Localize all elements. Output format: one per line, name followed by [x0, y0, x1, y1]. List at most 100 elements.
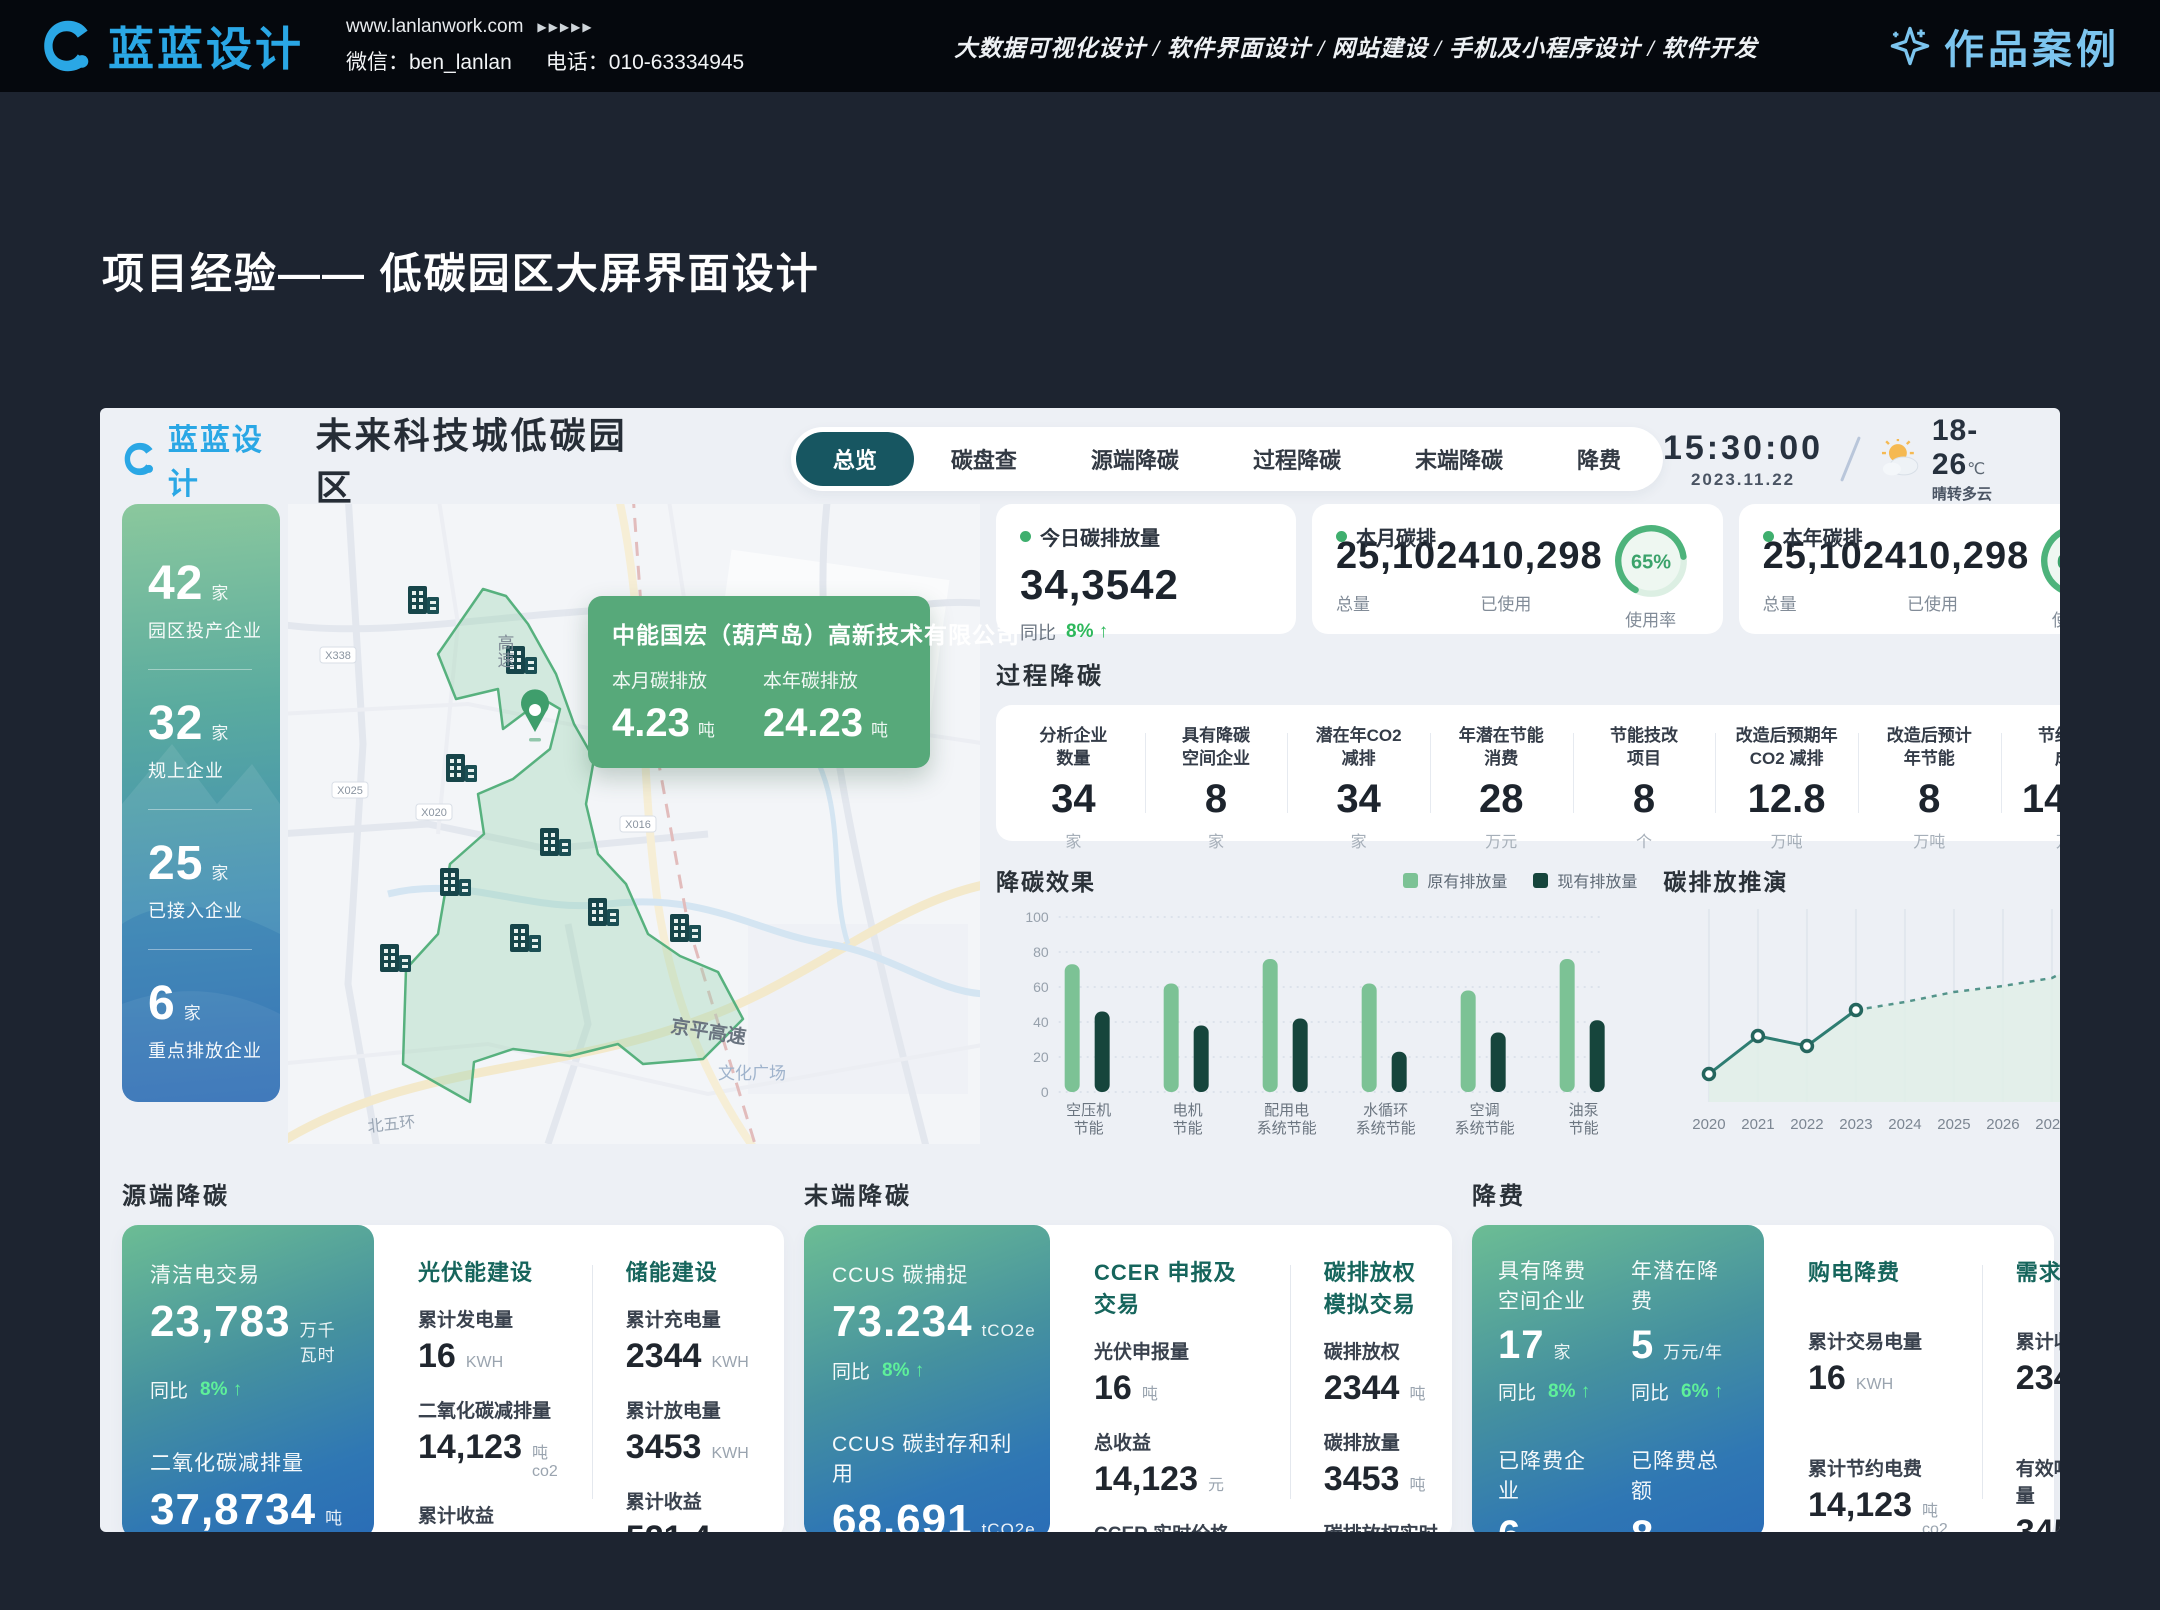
legend-item: 现有排放量: [1533, 868, 1637, 892]
clock-weather: 15:30:00 2023.11.22 18-26℃ 晴转多云: [1663, 414, 2038, 504]
stat-value: 6家: [148, 976, 260, 1031]
section-title-process: 过程降碳: [996, 656, 2060, 691]
gradient-stat-unit: 万千瓦时: [300, 1316, 346, 1366]
detail-item: CCER 实时价格68.21元/ICO2e: [1094, 1519, 1256, 1532]
detail-item: 碳排放权2344吨: [1324, 1337, 1439, 1408]
label-line1: 节能技改: [1573, 725, 1716, 748]
compare-value: 6% ↑: [1681, 1381, 1723, 1403]
clock-date: 2023.11.22: [1663, 470, 1823, 490]
tab-末端降碳[interactable]: 末端降碳: [1378, 432, 1540, 486]
gradient-stat: 年潜在降费5万元/年同比6% ↑: [1631, 1255, 1738, 1405]
process-stat-value: 12.8: [1715, 777, 1858, 822]
bar-原有排放量-配用电: [1263, 959, 1278, 1092]
process-stat-label: 年潜在节能消费: [1430, 725, 1573, 771]
gradient-stat-card: 具有降费空间企业17家同比8% ↑年潜在降费5万元/年同比6% ↑已降费企业6家…: [1472, 1225, 1764, 1532]
site-header: 蓝蓝设计 www.lanlanwork.com ▶▶▶▶▶ 微信：ben_lan…: [0, 0, 2160, 92]
label-line1: 分析企业: [1002, 725, 1145, 748]
bar-现有排放量-电机: [1194, 1026, 1209, 1093]
data-point-2020: [1704, 1069, 1715, 1080]
gradient-stat-label: 已降费总额: [1631, 1445, 1738, 1505]
detail-item: 累计充电量2344KWH: [626, 1305, 749, 1376]
detail-value: 16KWH: [1808, 1359, 1948, 1398]
svg-text:水循环: 水循环: [1363, 1102, 1408, 1119]
stat-unit: 家: [184, 999, 202, 1024]
detail-value: 14,123吨co2: [1808, 1486, 1948, 1532]
gradient-stat-unit: 吨co2: [325, 1504, 355, 1532]
svg-text:节能: 节能: [1569, 1120, 1599, 1137]
gradient-stat-unit: 万元: [1663, 1528, 1699, 1532]
phone-contact: 电话：010-63334945: [546, 46, 744, 76]
svg-text:空调: 空调: [1470, 1102, 1500, 1119]
kpi-used-value: 10,298: [1907, 535, 2029, 578]
detail-label: 光伏申报量: [1094, 1337, 1256, 1364]
process-stat-value: 34: [1287, 777, 1430, 822]
compare-value: 8% ↑: [882, 1360, 924, 1382]
svg-text:油泵: 油泵: [1569, 1102, 1599, 1119]
park-map[interactable]: X338 X025 X020 X016 龙腾世纪 文化广场 文化广场 京平高速 …: [288, 504, 980, 1144]
process-stat-unit: 万元: [1430, 828, 1573, 852]
detail-label: 有效响应总电量: [2016, 1454, 2060, 1508]
tooltip-stat-label: 本月碳排放: [612, 666, 715, 693]
bar-原有排放量-水循环: [1362, 984, 1377, 1093]
dashboard-screenshot: 蓝蓝设计 未来科技城低碳园区 总览碳盘查源端降碳过程降碳末端降碳降费 15:30…: [100, 408, 2060, 1532]
svg-text:60: 60: [1033, 979, 1049, 995]
column-heading: 储能建设: [626, 1255, 749, 1287]
kpi-cards: 今日碳排放量 34,3542 同比8% ↑ 本月碳排25,1024总量10,29…: [996, 504, 2060, 634]
tab-碳盘查[interactable]: 碳盘查: [914, 432, 1054, 486]
label-line2: 空间企业: [1145, 748, 1288, 771]
gradient-stat: 清洁电交易23,783万千瓦时同比8% ↑: [150, 1259, 346, 1403]
map-label-plaza2: 文化广场: [718, 1064, 786, 1083]
road-badge: X016: [620, 816, 656, 832]
services-list: 大数据可视化设计 / 软件界面设计 / 网站建设 / 手机及小程序设计 / 软件…: [954, 29, 1758, 63]
detail-column: 购电降费累计交易电量16KWH累计节约电费14,123吨co2: [1774, 1255, 1982, 1509]
detail-label: 累计发电量: [418, 1305, 558, 1332]
svg-text:65%: 65%: [1631, 551, 1671, 573]
detail-item: 累计节约电费14,123吨co2: [1808, 1454, 1948, 1532]
label-line2: 项目: [1573, 748, 1716, 771]
process-stat-label: 潜在年CO2减排: [1287, 725, 1430, 771]
kpi-usage-label: 使用率: [1603, 606, 1699, 631]
kpi-used-value: 10,298: [1480, 535, 1602, 578]
reduction-effect-chart: 降碳效果 原有排放量现有排放量 020406080100空压机节能电机节能配用电…: [996, 863, 1637, 1152]
stat-value: 42家: [148, 556, 260, 611]
compare-label: 同比: [150, 1376, 188, 1403]
svg-text:20: 20: [1033, 1049, 1049, 1065]
gradient-stat-label: 具有降费空间企业: [1498, 1255, 1605, 1315]
tab-降费[interactable]: 降费: [1540, 432, 1658, 486]
detail-unit: KWH: [1856, 1376, 1893, 1394]
portfolio-link[interactable]: 作品案例: [1888, 17, 2120, 75]
line-chart-title: 碳排放推演: [1663, 863, 1788, 897]
road-badge: X338: [320, 647, 356, 663]
label-line1: 潜在年CO2: [1287, 725, 1430, 748]
detail-value: 3453KWH: [626, 1428, 749, 1467]
svg-text:2023: 2023: [1840, 1116, 1873, 1133]
gradient-stat-label: 二氧化碳减排量: [150, 1447, 346, 1477]
svg-text:X338: X338: [325, 650, 351, 662]
tooltip-stat: 本月碳排放4.23吨: [612, 666, 715, 746]
process-stat-value: 8: [1145, 777, 1288, 822]
bar-原有排放量-电机: [1164, 984, 1179, 1093]
svg-text:系统节能: 系统节能: [1356, 1120, 1416, 1137]
kpi-title: 今日碳排放量: [1040, 522, 1160, 551]
detail-column: CCER 申报及交易光伏申报量16吨总收益14,123元CCER 实时价格68.…: [1060, 1255, 1290, 1509]
tab-过程降碳[interactable]: 过程降碳: [1216, 432, 1378, 486]
label-line1: 年潜在节能: [1430, 725, 1573, 748]
detail-value: 14,123元: [1094, 1460, 1256, 1499]
gradient-stat: CCUS 碳捕捉73.234tCO2e同比8% ↑: [832, 1259, 1022, 1384]
divider: [148, 949, 252, 950]
tab-源端降碳[interactable]: 源端降碳: [1054, 432, 1216, 486]
stat-label: 园区投产企业: [148, 617, 260, 643]
stat-label: 已接入企业: [148, 897, 260, 923]
detail-value: 2344吨: [1324, 1369, 1439, 1408]
detail-column: 光伏能建设累计发电量16KWH二氧化碳减排量14,123吨co2累计收益245.…: [384, 1255, 592, 1509]
svg-text:电机: 电机: [1173, 1102, 1203, 1119]
tab-总览[interactable]: 总览: [796, 432, 914, 486]
site-logo[interactable]: 蓝蓝设计: [40, 13, 304, 79]
detail-label: 总收益: [1094, 1428, 1256, 1455]
detail-unit: KWH: [711, 1354, 748, 1372]
website-url[interactable]: www.lanlanwork.com: [346, 16, 523, 38]
page-title: 项目经验—— 低碳园区大屏界面设计: [102, 240, 820, 301]
legend-swatch: [1533, 873, 1548, 888]
process-stat: 节能技改项目8个: [1573, 723, 1716, 823]
bar-chart-canvas: 020406080100空压机节能电机节能配用电系统节能水循环系统节能空调系统节…: [996, 897, 1637, 1147]
